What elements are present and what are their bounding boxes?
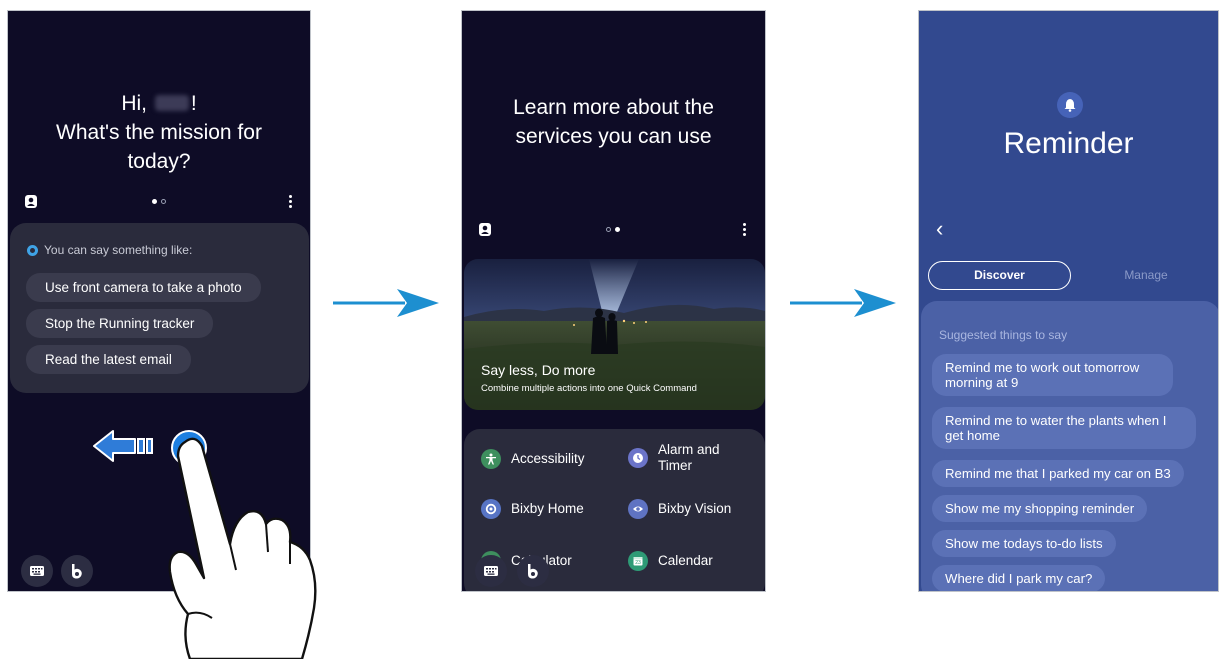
page-dot — [606, 227, 611, 232]
suggestion-chip[interactable]: Read the latest email — [26, 345, 191, 374]
flow-arrow-icon — [790, 289, 896, 317]
tab-manage[interactable]: Manage — [1116, 261, 1176, 290]
keyboard-button[interactable] — [475, 555, 507, 587]
banner-subtitle: Combine multiple actions into one Quick … — [481, 383, 697, 394]
more-options-icon[interactable] — [289, 195, 293, 210]
clock-icon — [628, 448, 648, 468]
utterance-chip[interactable]: Remind me that I parked my car on B3 — [932, 460, 1184, 487]
quick-command-banner[interactable]: Say less, Do more Combine multiple actio… — [464, 259, 765, 410]
capsule-title: Reminder — [1003, 127, 1134, 160]
reminder-bell-icon — [1057, 92, 1083, 118]
services-grid: Accessibility Alarm and Timer Bixby Home… — [464, 429, 765, 591]
suggestion-card: You can say something like: Use front ca… — [10, 223, 309, 393]
bixby-button[interactable] — [517, 555, 549, 587]
bixby-services-screen: Learn more about the services you can us… — [461, 10, 766, 592]
suggestion-chip[interactable]: Use front camera to take a photo — [26, 273, 261, 302]
service-accessibility[interactable]: Accessibility — [481, 449, 585, 469]
pointing-hand-icon — [168, 437, 317, 659]
greeting: Hi, ! What's the mission for today? — [56, 92, 262, 173]
page-dot — [161, 199, 166, 204]
profile-icon[interactable] — [25, 195, 37, 208]
service-bixby-vision[interactable]: Bixby Vision — [628, 499, 731, 519]
bixby-b-icon — [528, 563, 538, 579]
suggested-utterances-panel: Suggested things to say Remind me to wor… — [921, 301, 1218, 591]
accessibility-icon — [481, 449, 501, 469]
section-title: Suggested things to say — [939, 328, 1068, 342]
page-dot-active — [152, 199, 157, 204]
reminder-capsule-screen: Reminder ‹ Discover Manage Suggested thi… — [918, 10, 1219, 592]
calendar-icon: 23 — [628, 551, 648, 571]
service-alarm-timer[interactable]: Alarm and Timer — [628, 442, 748, 474]
bixby-home-icon — [481, 499, 501, 519]
keyboard-icon — [484, 566, 498, 576]
suggestion-chip[interactable]: Stop the Running tracker — [26, 309, 214, 338]
eye-icon — [628, 499, 648, 519]
page-dot-active — [615, 227, 620, 232]
keyboard-icon — [30, 566, 44, 576]
utterance-chip[interactable]: Where did I park my car? — [932, 565, 1106, 591]
bixby-button[interactable] — [61, 555, 93, 587]
utterance-chip[interactable]: Show me todays to-do lists — [932, 530, 1116, 557]
utterance-chip[interactable]: Show me my shopping reminder — [932, 495, 1148, 522]
keyboard-button[interactable] — [21, 555, 53, 587]
blurred-username — [154, 95, 189, 111]
tab-discover[interactable]: Discover — [928, 261, 1071, 290]
bixby-hint-icon — [27, 244, 38, 256]
svg-text:23: 23 — [635, 560, 641, 566]
service-bixby-home[interactable]: Bixby Home — [481, 499, 584, 519]
services-heading: Learn more about the services you can us… — [513, 96, 714, 148]
hint-row: You can say something like: — [27, 243, 192, 257]
swipe-left-arrow-icon — [93, 430, 153, 462]
page-indicator — [606, 227, 620, 232]
profile-icon[interactable] — [479, 223, 491, 236]
more-options-icon[interactable] — [743, 223, 747, 238]
utterance-chip[interactable]: Remind me to water the plants when I get… — [932, 407, 1196, 449]
utterance-chip[interactable]: Remind me to work out tomorrow morning a… — [932, 354, 1173, 396]
flow-arrow-icon — [333, 289, 439, 317]
banner-title: Say less, Do more — [481, 362, 596, 378]
page-indicator — [152, 199, 166, 204]
bixby-b-icon — [72, 563, 82, 579]
service-calendar[interactable]: 23 Calendar — [628, 551, 713, 571]
back-arrow-icon[interactable]: ‹ — [936, 216, 943, 242]
